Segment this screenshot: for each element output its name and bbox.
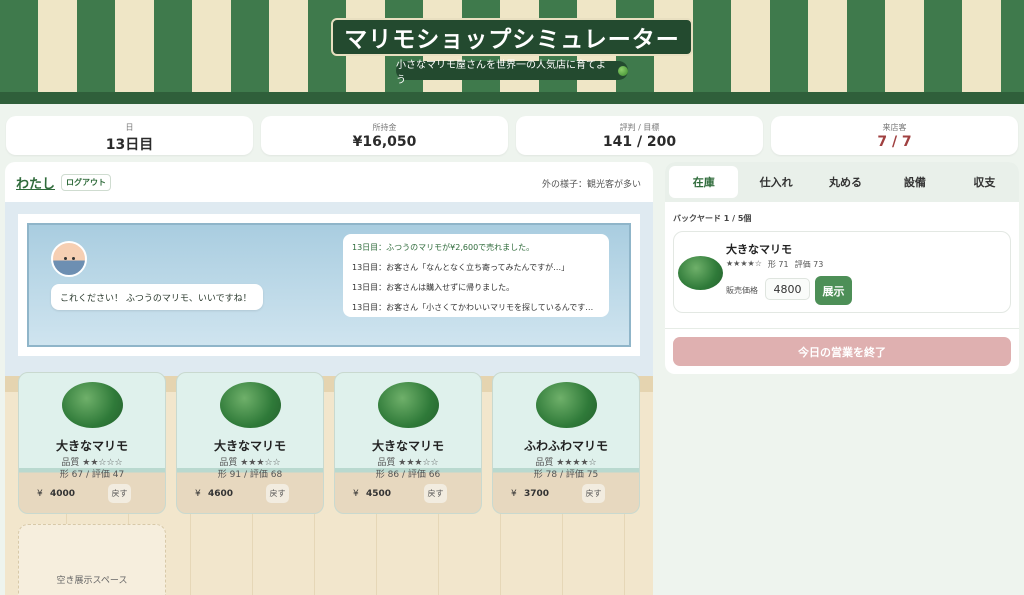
display-card[interactable]: 大きなマリモ 品質 ★★☆☆☆ 形 67 / 評価 47 ¥ 4000 戻す <box>18 372 166 514</box>
card-name: 大きなマリモ <box>213 439 286 453</box>
log-line: 13日目：ふつうのマリモが¥2,600で売れました。 <box>352 243 535 252</box>
stat-visitors-label: 来店客 <box>882 123 907 132</box>
marimo-icon <box>618 65 628 76</box>
tab-equipment[interactable]: 設備 <box>880 162 949 202</box>
stat-rating-label: 評判 / 目標 <box>619 123 660 132</box>
card-detail: 形 78 / 評価 75 <box>533 470 599 480</box>
price-label: 販売価格 <box>726 286 758 295</box>
marimo-image <box>62 382 123 428</box>
marimo-image <box>220 382 281 428</box>
customer-eye-left <box>64 257 67 260</box>
card-price[interactable]: 4500 <box>366 489 391 499</box>
display-card[interactable]: ふわふわマリモ 品質 ★★★★☆ 形 78 / 評価 75 ¥ 3700 戻す <box>492 372 640 514</box>
card-price[interactable]: 4600 <box>208 489 233 499</box>
event-log[interactable]: 13日目：ふつうのマリモが¥2,600で売れました。 13日目：お客さん「なんと… <box>343 234 609 317</box>
logout-button[interactable]: ログアウト <box>61 174 112 191</box>
display-button[interactable]: 展示 <box>815 276 852 305</box>
log-line: 13日目：お客さんは購入せずに帰りました。 <box>352 283 515 292</box>
card-name: ふわふわマリモ <box>523 439 608 453</box>
card-name: 大きなマリモ <box>55 439 128 453</box>
stat-rating: 評判 / 目標 141 / 200 <box>516 116 763 155</box>
return-button[interactable]: 戻す <box>108 484 131 503</box>
card-price[interactable]: 3700 <box>524 489 549 499</box>
item-name: 大きなマリモ <box>726 243 792 256</box>
stat-rating-value: 141 / 200 <box>602 134 677 150</box>
customer-eye-right <box>72 257 75 260</box>
stat-money-value: ¥16,050 <box>352 134 417 150</box>
return-button[interactable]: 戻す <box>424 484 447 503</box>
user-name-link[interactable]: わたし <box>16 173 55 192</box>
tab-inventory[interactable]: 在庫 <box>669 166 739 198</box>
log-line: 13日目：お客さん「小さくてかわいいマリモを探しているんです… <box>352 303 594 312</box>
customer-speech-bubble: これください！ ふつうのマリモ、いいですね！ <box>51 284 263 310</box>
customer-avatar <box>51 241 87 277</box>
shop-window-frame: これください！ ふつうのマリモ、いいですね！ 13日目：ふつうのマリモが¥2,6… <box>18 214 640 356</box>
game-subtitle: 小さなマリモ屋さんを世界一の人気店に育てよう <box>396 60 628 86</box>
card-price[interactable]: 4000 <box>50 489 75 499</box>
item-shape: 形 71 <box>767 260 789 269</box>
card-detail: 形 67 / 評価 47 <box>59 470 125 480</box>
log-line: 13日目：お客さん「なんとなく立ち寄ってみたんですが…」 <box>352 263 570 272</box>
stat-money-label: 所持金 <box>372 123 397 132</box>
return-button[interactable]: 戻す <box>582 484 605 503</box>
card-detail: 形 91 / 評価 68 <box>217 470 283 480</box>
tab-finance[interactable]: 収支 <box>950 162 1019 202</box>
item-stars: ★★★★☆ <box>726 259 762 268</box>
card-currency: ¥ <box>353 489 359 499</box>
tab-shape[interactable]: 丸める <box>811 162 880 202</box>
price-input[interactable]: 4800 <box>765 278 810 300</box>
stat-money: 所持金 ¥16,050 <box>261 116 508 155</box>
display-card[interactable]: 大きなマリモ 品質 ★★★☆☆ 形 91 / 評価 68 ¥ 4600 戻す <box>176 372 324 514</box>
backyard-count: バックヤード 1 / 5個 <box>673 214 752 223</box>
stat-visitors-value: 7 / 7 <box>877 134 912 150</box>
tab-purchase[interactable]: 仕入れ <box>741 162 810 202</box>
stat-day: 日 13日目 <box>6 116 253 155</box>
card-currency: ¥ <box>37 489 43 499</box>
display-card[interactable]: 大きなマリモ 品質 ★★★☆☆ 形 86 / 評価 66 ¥ 4500 戻す <box>334 372 482 514</box>
awning-shadow <box>0 92 1024 100</box>
card-detail: 形 86 / 評価 66 <box>375 470 441 480</box>
inventory-item: 大きなマリモ ★★★★☆ 形 71 評価 73 販売価格 4800 展示 <box>673 231 1011 313</box>
item-meta: ★★★★☆ 形 71 評価 73 <box>726 259 823 270</box>
management-panel: 在庫 仕入れ 丸める 設備 収支 バックヤード 1 / 5個 大きなマリモ ★★… <box>665 162 1019 374</box>
stat-visitors: 来店客 7 / 7 <box>771 116 1018 155</box>
shop-panel: わたし ログアウト 外の様子：観光客が多い これください！ ふつうのマリモ、いい… <box>5 162 653 595</box>
card-name: 大きなマリモ <box>371 439 444 453</box>
empty-display-slot[interactable]: 空き展示スペース <box>18 524 166 595</box>
stat-day-label: 日 <box>125 123 134 132</box>
end-day-button[interactable]: 今日の営業を終了 <box>673 337 1011 366</box>
user-row: わたし ログアウト <box>16 173 112 192</box>
item-rating: 評価 73 <box>794 260 824 269</box>
marimo-image <box>536 382 597 428</box>
divider <box>665 328 1019 329</box>
shop-window: これください！ ふつうのマリモ、いいですね！ 13日目：ふつうのマリモが¥2,6… <box>27 223 631 347</box>
card-currency: ¥ <box>195 489 201 499</box>
outside-status: 外の様子：観光客が多い <box>541 180 641 190</box>
shop-window-area: これください！ ふつうのマリモ、いいですね！ 13日目：ふつうのマリモが¥2,6… <box>5 202 653 376</box>
empty-slot-label: 空き展示スペース <box>56 576 128 586</box>
panel-tabs: 在庫 仕入れ 丸める 設備 収支 <box>665 162 1019 202</box>
stat-day-value: 13日目 <box>105 137 154 153</box>
card-currency: ¥ <box>511 489 517 499</box>
return-button[interactable]: 戻す <box>266 484 289 503</box>
marimo-image <box>678 256 723 290</box>
subtitle-text: 小さなマリモ屋さんを世界一の人気店に育てよう <box>396 59 606 86</box>
game-title: マリモショップシミュレーター <box>331 18 693 56</box>
marimo-image <box>378 382 439 428</box>
